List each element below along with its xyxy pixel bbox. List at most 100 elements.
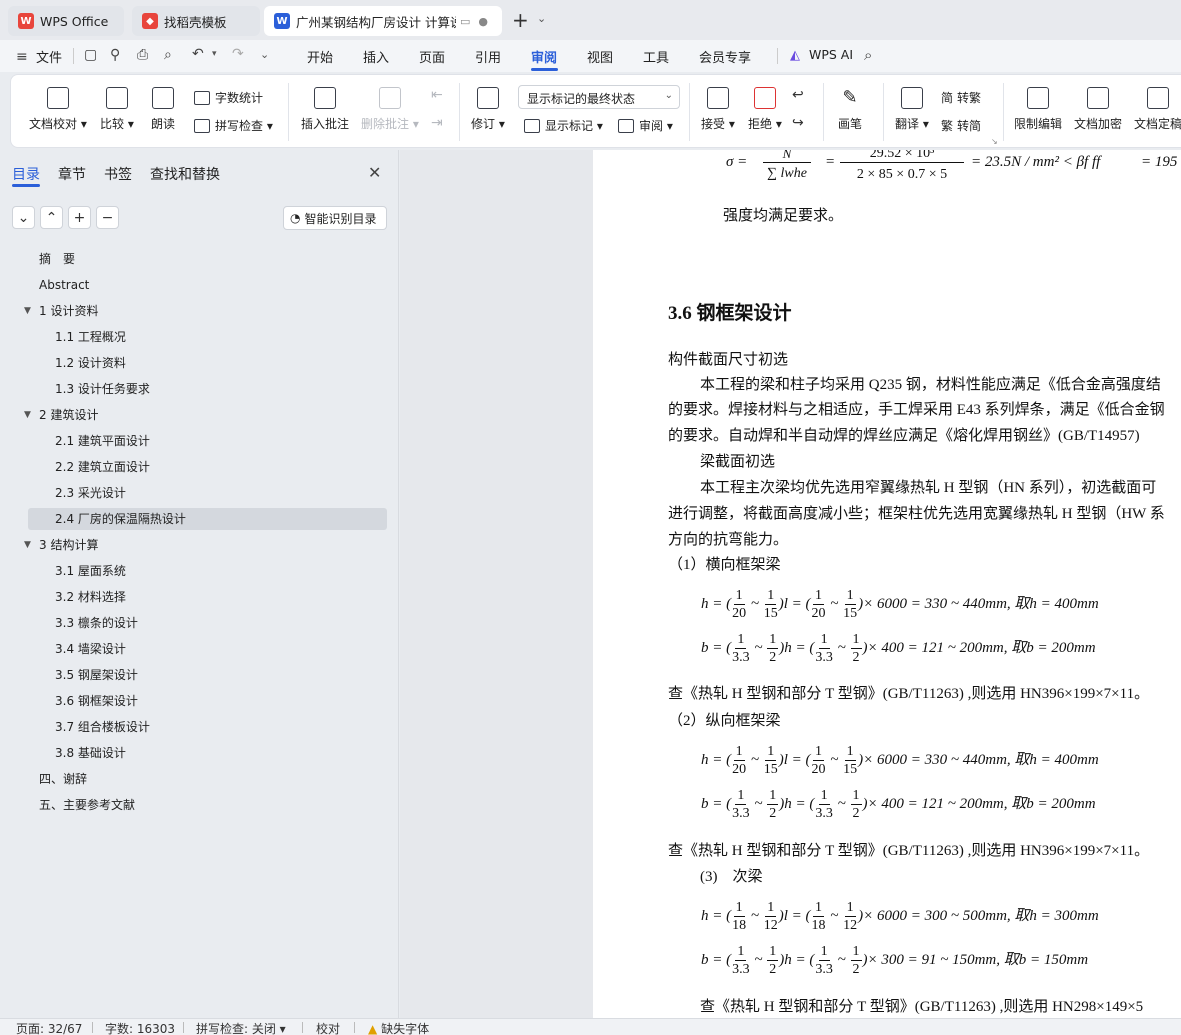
next-comment-icon[interactable]: ⇥	[431, 115, 443, 131]
show-markup-button[interactable]: 显示标记 ▾	[524, 117, 603, 134]
toc-item[interactable]: 3.8 基础设计	[0, 742, 399, 764]
tab-sections[interactable]: 章节	[58, 164, 86, 184]
toc-item[interactable]: 3.5 钢屋架设计	[0, 664, 399, 686]
toc-item[interactable]: 1.1 工程概况	[0, 326, 399, 348]
smart-toc-button[interactable]: ◔ 智能识别目录	[283, 206, 387, 230]
toc-item[interactable]: 五、主要参考文献	[0, 794, 399, 816]
translate-button[interactable]: 翻译 ▾	[895, 87, 929, 132]
menu-tools[interactable]: 工具	[643, 47, 669, 66]
menu-insert[interactable]: 插入	[363, 47, 389, 66]
toc-item[interactable]: 四、谢辞	[0, 768, 399, 790]
proof-status[interactable]: 校对	[316, 1020, 340, 1035]
menu-file[interactable]: 文件	[36, 47, 62, 66]
delete-comment-button[interactable]: 删除批注 ▾	[361, 87, 419, 132]
prev-change-icon[interactable]: ↩	[792, 87, 804, 103]
to-traditional-button[interactable]: 简 转繁	[941, 89, 981, 106]
print-icon[interactable]: ⎙	[137, 47, 148, 63]
collapse-up-button[interactable]: ⌃	[40, 206, 63, 229]
formula-result: = 23.5N / mm² < βf ff	[971, 154, 1101, 170]
chevron-up-icon: ⌃	[45, 209, 58, 226]
tab-find-replace[interactable]: 查找和替换	[150, 164, 220, 184]
toc-item[interactable]: 3.6 钢框架设计	[0, 690, 399, 712]
toc-item[interactable]: 3.3 檩条的设计	[0, 612, 399, 634]
show-markup-icon	[524, 118, 540, 133]
search-icon[interactable]: ⌕	[864, 46, 872, 64]
prev-comment-icon[interactable]: ⇤	[431, 87, 443, 103]
tab-label: 找稻壳模板	[164, 14, 227, 30]
print-preview-icon[interactable]: ⌕	[164, 47, 172, 63]
word-count-button[interactable]: 字数统计	[194, 89, 263, 106]
undo-icon[interactable]: ↶	[192, 46, 204, 62]
remove-heading-button[interactable]: −	[96, 206, 119, 229]
restrict-edit-icon	[1027, 87, 1049, 109]
expand-triangle-icon[interactable]: ▼	[24, 300, 31, 322]
sigma-label: σ =	[726, 154, 748, 170]
restrict-edit-button[interactable]: 限制编辑	[1014, 87, 1062, 132]
to-simplified-button[interactable]: 繁 转简	[941, 117, 981, 134]
dialog-launcher-icon[interactable]: ↘	[991, 137, 998, 146]
finalize-button[interactable]: 文档定稿	[1134, 87, 1181, 132]
close-tab-dot-icon[interactable]: ●	[478, 15, 488, 28]
next-change-icon[interactable]: ↪	[792, 115, 804, 131]
toc-item[interactable]: 1.2 设计资料	[0, 352, 399, 374]
toc-item[interactable]: ▼ 1 设计资料	[0, 300, 399, 322]
revise-button[interactable]: 修订 ▾	[471, 87, 505, 132]
save-icon[interactable]: ▢	[84, 47, 97, 63]
share-icon[interactable]: ⚲	[110, 47, 120, 63]
expand-down-button[interactable]: ⌄	[12, 206, 35, 229]
doc-text: 本工程主次梁均优先选用窄翼缘热轧 H 型钢（HN 系列），初选截面可	[700, 480, 1157, 496]
expand-triangle-icon[interactable]: ▼	[24, 534, 31, 556]
markup-state-select[interactable]: 显示标记的最终状态 ⌄	[518, 85, 680, 109]
pen-button[interactable]: ✎ 画笔	[838, 87, 862, 132]
document-page[interactable]: σ = N ∑ lwhe = 29.52 × 10³ 2 × 85 × 0.7 …	[593, 150, 1181, 1018]
menu-member[interactable]: 会员专享	[699, 47, 751, 66]
menu-review[interactable]: 审阅	[531, 47, 557, 66]
spell-check-status[interactable]: 拼写检查: 关闭 ▾	[196, 1020, 286, 1035]
toc-item[interactable]: 1.3 设计任务要求	[0, 378, 399, 400]
encrypt-button[interactable]: 文档加密	[1074, 87, 1122, 132]
undo-dropdown-icon[interactable]: ▾	[212, 49, 217, 59]
menu-start[interactable]: 开始	[307, 47, 333, 66]
toc-item[interactable]: 3.1 屋面系统	[0, 560, 399, 582]
insert-comment-button[interactable]: 插入批注	[301, 87, 349, 132]
word-count-indicator[interactable]: 字数: 16303	[105, 1020, 175, 1035]
new-tab-plus-icon[interactable]: +	[512, 8, 529, 32]
accept-button[interactable]: 接受 ▾	[701, 87, 735, 132]
menu-wps-ai[interactable]: WPS AI	[809, 47, 853, 62]
toc-item[interactable]: Abstract	[0, 274, 399, 296]
toc-item[interactable]: 摘 要	[0, 248, 399, 270]
toc-item[interactable]: 3.4 墙梁设计	[0, 638, 399, 660]
toc-item[interactable]: ▼ 2 建筑设计	[0, 404, 399, 426]
toc-item[interactable]: ▼ 3 结构计算	[0, 534, 399, 556]
navigation-pane: 目录 章节 书签 查找和替换 ✕ ⌄ ⌃ + − ◔ 智能识别目录 摘 要 Abs…	[0, 150, 399, 1018]
compare-button[interactable]: 比较 ▾	[100, 87, 134, 132]
missing-font-status[interactable]: ▲ 缺失字体	[368, 1020, 429, 1035]
menu-view[interactable]: 视图	[587, 47, 613, 66]
proofread-button[interactable]: 文档校对 ▾	[29, 87, 87, 132]
menu-reference[interactable]: 引用	[475, 47, 501, 66]
quick-access-more-icon[interactable]: ⌄	[260, 48, 269, 61]
menu-page[interactable]: 页面	[419, 47, 445, 66]
tab-wps-office[interactable]: W WPS Office	[8, 6, 124, 36]
toc-item[interactable]: 3.2 材料选择	[0, 586, 399, 608]
read-aloud-button[interactable]: 朗读	[151, 87, 175, 132]
tab-current-document[interactable]: W 广州某钢结构厂房设计 计算说 ▭ ●	[264, 6, 502, 36]
tab-list-chevron-icon[interactable]: ⌄	[537, 12, 546, 25]
add-heading-button[interactable]: +	[68, 206, 91, 229]
page-indicator[interactable]: 页面: 32/67	[16, 1020, 82, 1035]
tab-toc[interactable]: 目录	[12, 164, 40, 184]
hamburger-icon[interactable]: ≡	[16, 49, 28, 65]
toc-item[interactable]: 3.7 组合楼板设计	[0, 716, 399, 738]
redo-icon[interactable]: ↷	[232, 46, 244, 62]
close-icon[interactable]: ✕	[368, 163, 381, 182]
tab-docer-templates[interactable]: ◆ 找稻壳模板	[132, 6, 260, 36]
toc-item[interactable]: 2.1 建筑平面设计	[0, 430, 399, 452]
toc-item[interactable]: 2.2 建筑立面设计	[0, 456, 399, 478]
reject-button[interactable]: 拒绝 ▾	[748, 87, 782, 132]
toc-item[interactable]: 2.3 采光设计	[0, 482, 399, 504]
review-pane-button[interactable]: 审阅 ▾	[618, 117, 673, 134]
expand-triangle-icon[interactable]: ▼	[24, 404, 31, 426]
tab-bookmarks[interactable]: 书签	[104, 164, 132, 184]
spell-check-button[interactable]: 拼写检查 ▾	[194, 117, 273, 134]
toc-item[interactable]: 2.4 厂房的保温隔热设计	[28, 508, 387, 530]
